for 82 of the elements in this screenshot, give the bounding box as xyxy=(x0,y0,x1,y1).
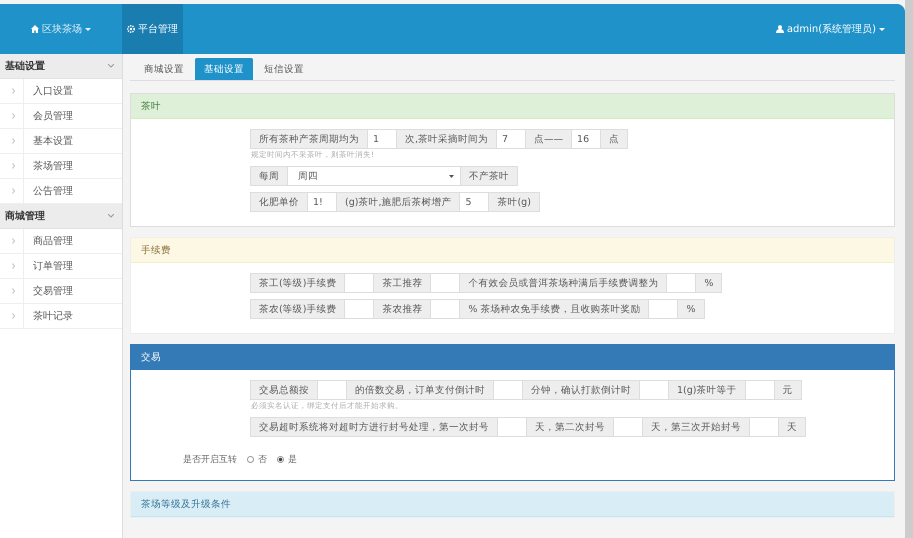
input-field[interactable]: 1! xyxy=(307,192,337,212)
sidebar-item[interactable]: 茶场管理 xyxy=(0,154,122,179)
caret-icon xyxy=(85,28,91,30)
input-field[interactable] xyxy=(749,417,779,437)
chevron-right-icon xyxy=(12,288,15,294)
input-field[interactable] xyxy=(648,299,678,319)
input-field[interactable] xyxy=(344,299,374,319)
input-addon-label: 茶农推荐 xyxy=(373,299,432,319)
input-addon-label: % xyxy=(677,299,704,319)
input-field[interactable] xyxy=(744,380,774,400)
sidebar-item[interactable]: 入口设置 xyxy=(0,79,122,104)
chevron-right-icon xyxy=(12,238,15,244)
sidebar-item[interactable]: 茶叶记录 xyxy=(0,304,122,329)
input-field[interactable] xyxy=(317,380,347,400)
input-field[interactable] xyxy=(613,417,643,437)
sidebar-item[interactable]: 交易管理 xyxy=(0,279,122,304)
chevron-right-icon xyxy=(12,163,15,169)
input-field[interactable] xyxy=(430,299,460,319)
input-addon-label: % xyxy=(695,273,722,293)
input-field[interactable] xyxy=(430,273,460,293)
input-addon-label: 交易超时系统将对超时方进行封号处理，第一次封号 xyxy=(250,417,498,437)
input-field[interactable] xyxy=(344,273,374,293)
input-addon-label: 次,茶叶采摘时间为 xyxy=(396,129,498,149)
input-addon-label: 点 xyxy=(600,129,628,149)
chevron-right-icon xyxy=(12,188,15,194)
input-addon-label: 茶叶(g) xyxy=(488,192,540,212)
input-addon-label: % 茶场种农免手续费，且收购茶叶奖励 xyxy=(459,299,650,319)
input-addon-label: 所有茶种产茶周期均为 xyxy=(250,129,368,149)
input-addon-label: 个有效会员或普洱茶场种满后手续费调整为 xyxy=(459,273,668,293)
nav-tab[interactable]: 平台管理 xyxy=(122,4,183,54)
caret-icon xyxy=(449,174,454,178)
panel-heading: 交易 xyxy=(131,345,894,370)
sidebar-item[interactable]: 商品管理 xyxy=(0,229,122,254)
sidebar-item[interactable]: 会员管理 xyxy=(0,104,122,129)
input-addon-label: 化肥单价 xyxy=(250,192,308,212)
sidebar-item[interactable]: 基本设置 xyxy=(0,129,122,154)
input-addon-label: 天，第三次开始封号 xyxy=(642,417,750,437)
panel-heading: 手续费 xyxy=(131,238,894,263)
chevron-down-icon xyxy=(108,64,114,68)
home-icon xyxy=(31,25,39,33)
input-addon-label: 每周 xyxy=(250,166,288,186)
chevron-right-icon xyxy=(12,88,15,94)
sidebar-group-header[interactable]: 商城管理 xyxy=(0,204,122,229)
radio-option[interactable]: 是 xyxy=(277,453,297,466)
input-field[interactable]: 1 xyxy=(367,129,397,149)
field-label: 是否开启互转 xyxy=(182,454,237,466)
chevron-right-icon xyxy=(12,263,15,269)
input-addon-label: 点—— xyxy=(525,129,572,149)
tab[interactable]: 短信设置 xyxy=(255,58,313,80)
chevron-right-icon xyxy=(12,138,15,144)
tab[interactable]: 商城设置 xyxy=(135,58,193,80)
input-field[interactable]: 5 xyxy=(459,192,490,212)
input-field[interactable]: 7 xyxy=(496,129,526,149)
input-addon-label: 交易总额按 xyxy=(250,380,318,400)
panel-heading: 茶场等级及升级条件 xyxy=(131,492,894,517)
chevron-right-icon xyxy=(12,113,15,119)
input-addon-label: 天，第二次封号 xyxy=(526,417,614,437)
input-addon-label: 茶工推荐 xyxy=(373,273,432,293)
radio-option[interactable]: 否 xyxy=(247,453,267,466)
input-addon-label: 的倍数交易，订单支付倒计时 xyxy=(346,380,494,400)
input-field[interactable] xyxy=(497,417,527,437)
input-addon-label: 天 xyxy=(778,417,806,437)
input-addon-label: 不产茶叶 xyxy=(460,166,518,186)
input-addon-label: 分钟，确认打款倒计时 xyxy=(522,380,640,400)
input-addon-label: 元 xyxy=(774,380,802,400)
input-addon-label: 1(g)茶叶等于 xyxy=(668,380,746,400)
caret-icon xyxy=(879,28,885,30)
sidebar-item[interactable]: 订单管理 xyxy=(0,254,122,279)
input-addon-label: 茶工(等级)手续费 xyxy=(250,273,346,293)
gear-icon xyxy=(127,25,135,33)
chevron-right-icon xyxy=(12,313,15,319)
input-field[interactable] xyxy=(666,273,696,293)
input-addon-label: (g)茶叶,施肥后茶树增产 xyxy=(336,192,460,212)
input-field[interactable] xyxy=(639,380,669,400)
input-addon-label: 茶农(等级)手续费 xyxy=(250,299,346,319)
sidebar-group-header[interactable]: 基础设置 xyxy=(0,54,122,79)
input-field[interactable]: 16 xyxy=(571,129,602,149)
select-field[interactable]: 周四 xyxy=(287,166,461,186)
input-field[interactable] xyxy=(493,380,523,400)
chevron-down-icon xyxy=(108,214,114,218)
user-icon xyxy=(776,25,784,33)
panel-heading: 茶叶 xyxy=(131,94,894,119)
